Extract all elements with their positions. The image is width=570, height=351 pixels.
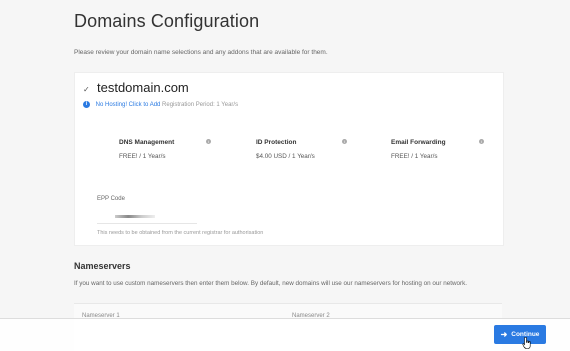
- sticky-footer-bar: [0, 318, 570, 351]
- page-title: Domains Configuration: [74, 11, 260, 31]
- epp-code-help: This needs to be obtained from the curre…: [97, 230, 264, 236]
- addon-name: DNS Management: [119, 139, 175, 146]
- nameservers-description: If you want to use custom nameservers th…: [74, 280, 468, 287]
- hosting-line: i No Hosting! Click to Add Registration …: [83, 101, 238, 108]
- addon-price: $4.00 USD / 1 Year/s: [256, 153, 315, 160]
- info-icon[interactable]: i: [342, 139, 347, 144]
- addon-name: Email Forwarding: [391, 139, 446, 146]
- page-intro: Please review your domain name selection…: [74, 49, 328, 56]
- hand-cursor-icon: [522, 337, 531, 349]
- epp-code-value-blurred: [115, 215, 155, 218]
- registration-period: Registration Period: 1 Year/s: [162, 102, 239, 109]
- epp-code-input[interactable]: [97, 209, 197, 224]
- epp-code-label: EPP Code: [97, 196, 125, 202]
- domains-configuration-page: Domains Configuration Please review your…: [0, 0, 570, 351]
- add-hosting-link[interactable]: No Hosting! Click to Add: [96, 102, 161, 108]
- addon-name: ID Protection: [256, 139, 297, 146]
- check-icon: ✓: [83, 85, 90, 94]
- addon-id-protection[interactable]: ID Protection $4.00 USD / 1 Year/s: [256, 139, 356, 160]
- nameservers-title: Nameservers: [74, 261, 131, 271]
- info-icon: i: [83, 101, 90, 108]
- addon-price: FREE! / 1 Year/s: [391, 153, 438, 160]
- domain-card: ✓ testdomain.com i No Hosting! Click to …: [74, 72, 504, 246]
- addon-email-forwarding[interactable]: Email Forwarding FREE! / 1 Year/s: [391, 139, 491, 160]
- continue-button[interactable]: ➜ Continue: [494, 325, 546, 344]
- info-icon[interactable]: i: [479, 139, 484, 144]
- domain-name: testdomain.com: [97, 80, 189, 95]
- info-icon[interactable]: i: [206, 139, 211, 144]
- arrow-right-icon: ➜: [500, 329, 508, 339]
- addon-dns-management[interactable]: DNS Management FREE! / 1 Year/s: [119, 139, 219, 160]
- addon-price: FREE! / 1 Year/s: [119, 153, 166, 160]
